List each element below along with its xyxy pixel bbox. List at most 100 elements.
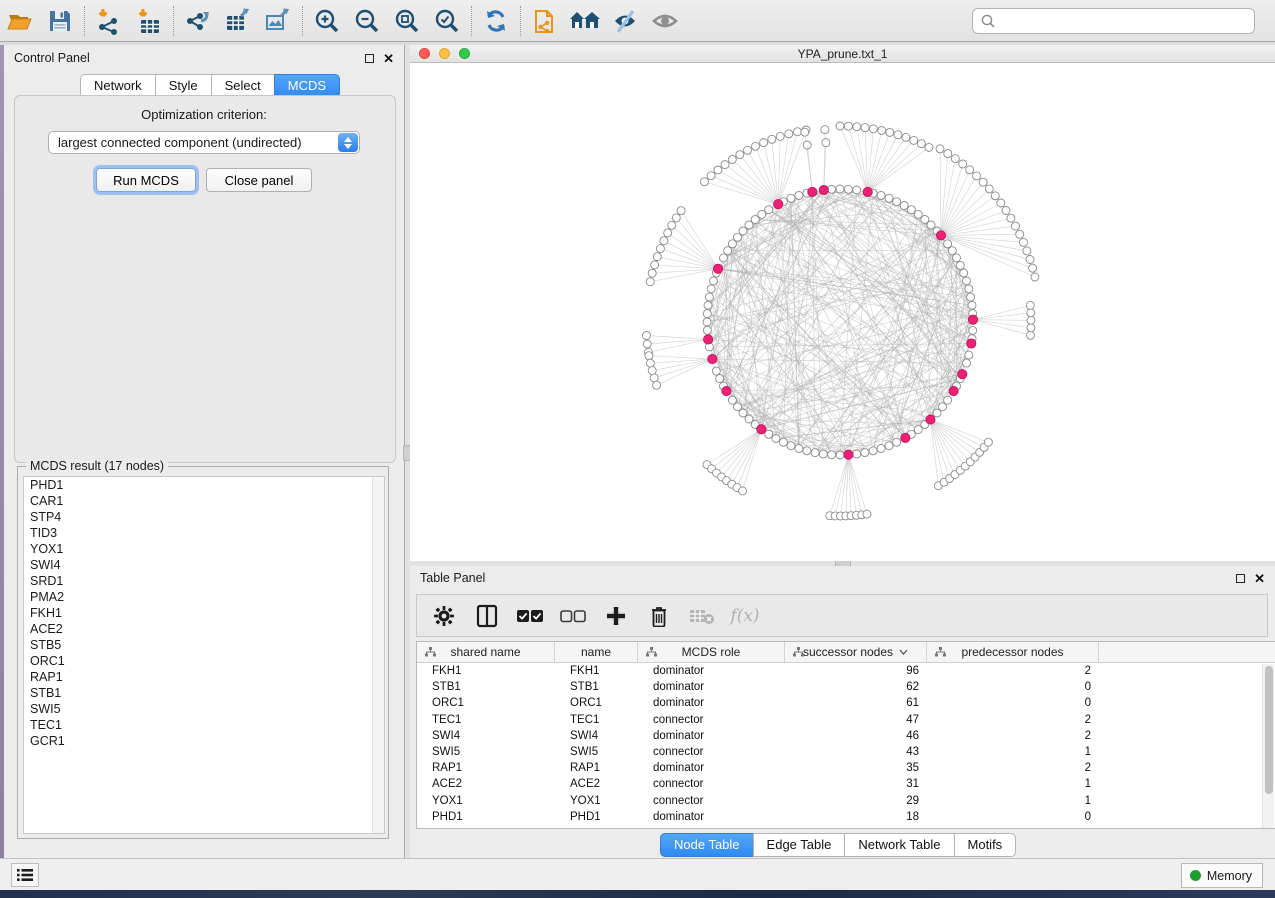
column-label: MCDS role [682, 645, 741, 659]
hide-graphics-details-button[interactable] [605, 3, 645, 39]
mcds-result-item[interactable]: PMA2 [24, 589, 384, 605]
mcds-result-item[interactable]: STB1 [24, 685, 384, 701]
refresh-button[interactable] [476, 3, 516, 39]
run-mcds-button[interactable]: Run MCDS [96, 168, 196, 192]
network-graph[interactable] [410, 64, 1275, 561]
task-history-button[interactable] [11, 863, 39, 887]
share-document-button[interactable] [525, 3, 565, 39]
column-header-shared-name[interactable]: shared name [417, 642, 555, 662]
mcds-result-item[interactable]: SRD1 [24, 573, 384, 589]
close-panel-button[interactable]: Close panel [206, 168, 312, 192]
tab-edge-table[interactable]: Edge Table [753, 833, 846, 857]
save-floppy-icon [47, 8, 73, 34]
column-label: shared name [450, 645, 520, 659]
fx-icon: f(x) [730, 606, 759, 626]
close-panel-icon[interactable]: ✕ [383, 54, 394, 63]
desktop-edge-left [0, 45, 4, 858]
delete-table-button[interactable] [689, 602, 715, 630]
add-column-button[interactable] [603, 602, 629, 630]
tab-motifs[interactable]: Motifs [954, 833, 1017, 857]
home-button[interactable] [565, 3, 605, 39]
deselect-all-button[interactable] [560, 602, 586, 630]
import-table-button[interactable] [129, 3, 169, 39]
criterion-dropdown[interactable]: largest connected component (undirected) [48, 131, 360, 154]
delete-column-button[interactable] [646, 602, 672, 630]
refresh-icon [482, 7, 510, 35]
desktop-edge-bottom [0, 890, 1275, 898]
cell-name: STB1 [555, 681, 638, 693]
open-session-button[interactable] [0, 3, 40, 39]
tab-network-table[interactable]: Network Table [844, 833, 954, 857]
table-row[interactable]: RAP1RAP1dominator352 [417, 760, 1275, 776]
mcds-result-item[interactable]: RAP1 [24, 669, 384, 685]
mcds-result-item[interactable]: YOX1 [24, 541, 384, 557]
float-panel-icon[interactable] [1236, 574, 1245, 583]
scrollbar-thumb[interactable] [1265, 666, 1273, 794]
table-row[interactable]: ACE2ACE2connector311 [417, 776, 1275, 792]
import-network-button[interactable] [89, 3, 129, 39]
table-panel: Table Panel ✕ [410, 566, 1275, 858]
zoom-in-button[interactable] [307, 3, 347, 39]
panel-mode-button[interactable] [474, 602, 500, 630]
export-table-button[interactable] [218, 3, 258, 39]
show-graphics-details-button[interactable] [645, 3, 685, 39]
table-row[interactable]: PHD1PHD1dominator180 [417, 809, 1275, 825]
search-box[interactable] [972, 8, 1255, 34]
cell-MCDS-role: dominator [638, 665, 785, 677]
column-header-name[interactable]: name [555, 642, 638, 662]
network-nodes[interactable] [643, 122, 1039, 520]
table-row[interactable]: SWI5SWI5connector431 [417, 744, 1275, 760]
toolbar-separator [302, 6, 303, 36]
mcds-result-item[interactable]: PHD1 [24, 477, 384, 493]
zoom-fit-button[interactable] [387, 3, 427, 39]
memory-button[interactable]: Memory [1181, 863, 1263, 888]
export-network-button[interactable] [178, 3, 218, 39]
table-row[interactable]: SWI4SWI4dominator462 [417, 728, 1275, 744]
search-input[interactable] [997, 11, 1254, 31]
table-row[interactable]: YOX1YOX1connector291 [417, 793, 1275, 809]
table-row[interactable]: ORC1ORC1dominator610 [417, 695, 1275, 711]
mcds-result-item[interactable]: TEC1 [24, 717, 384, 733]
float-panel-icon[interactable] [365, 54, 374, 63]
mcds-result-item[interactable]: STB5 [24, 637, 384, 653]
column-header-successor-nodes[interactable]: successor nodes [785, 642, 927, 662]
result-list-scrollbar[interactable] [372, 477, 384, 833]
select-all-button[interactable] [517, 602, 543, 630]
cell-shared-name: YOX1 [417, 795, 555, 807]
column-header-MCDS-role[interactable]: MCDS role [638, 642, 785, 662]
network-window-titlebar[interactable]: YPA_prune.txt_1 [410, 45, 1275, 63]
toolbar-separator [84, 6, 85, 36]
mcds-result-item[interactable]: TID3 [24, 525, 384, 541]
zoom-selected-button[interactable] [427, 3, 467, 39]
network-canvas[interactable] [410, 64, 1275, 561]
tab-node-table[interactable]: Node Table [660, 833, 754, 857]
export-image-icon [264, 7, 292, 35]
mcds-result-item[interactable]: SWI4 [24, 557, 384, 573]
function-builder-button[interactable]: f(x) [732, 602, 758, 630]
column-settings-button[interactable] [431, 602, 457, 630]
mcds-result-item[interactable]: GCR1 [24, 733, 384, 749]
cell-successor-nodes: 18 [785, 811, 927, 823]
table-row[interactable]: FKH1FKH1dominator962 [417, 663, 1275, 679]
table-row[interactable]: TEC1TEC1connector472 [417, 712, 1275, 728]
table-row[interactable]: STB1STB1dominator620 [417, 679, 1275, 695]
mcds-result-item[interactable]: CAR1 [24, 493, 384, 509]
mcds-result-item[interactable]: FKH1 [24, 605, 384, 621]
cell-successor-nodes: 31 [785, 778, 927, 790]
mcds-result-item[interactable]: STP4 [24, 509, 384, 525]
zoom-fit-icon [393, 7, 421, 35]
mcds-result-item[interactable]: SWI5 [24, 701, 384, 717]
mcds-result-list[interactable]: PHD1CAR1STP4TID3YOX1SWI4SRD1PMA2FKH1ACE2… [23, 476, 385, 834]
table-scrollbar[interactable] [1262, 664, 1274, 828]
close-panel-icon[interactable]: ✕ [1254, 574, 1265, 583]
cell-successor-nodes: 61 [785, 697, 927, 709]
export-image-button[interactable] [258, 3, 298, 39]
cell-successor-nodes: 47 [785, 714, 927, 726]
open-folder-icon [6, 8, 34, 34]
column-header-predecessor-nodes[interactable]: predecessor nodes [927, 642, 1099, 662]
zoom-out-button[interactable] [347, 3, 387, 39]
zoom-out-icon [353, 7, 381, 35]
mcds-result-item[interactable]: ORC1 [24, 653, 384, 669]
save-session-button[interactable] [40, 3, 80, 39]
mcds-result-item[interactable]: ACE2 [24, 621, 384, 637]
